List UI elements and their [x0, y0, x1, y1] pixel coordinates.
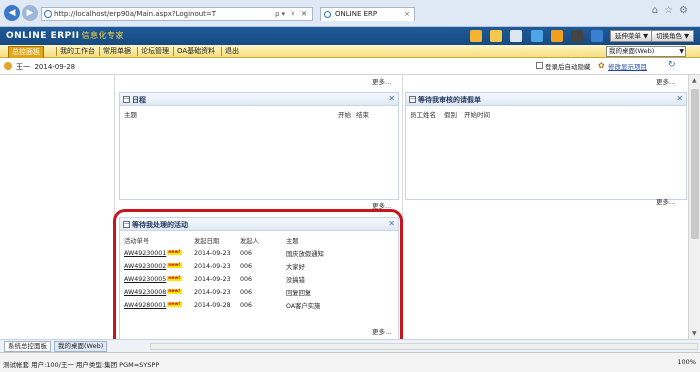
widget-header: — 日程 ✕ [120, 93, 398, 106]
desktop-select[interactable]: 我的桌面(Web) ▼ [606, 46, 686, 57]
address-url: http://localhost/erp90a/Main.aspx?Logino… [54, 10, 217, 18]
app-header: ONLINE ERPII 信息化专家 延伸菜单 ▼ 切换角色 ▼ [0, 27, 700, 45]
col-start-time: 开始时间 [464, 111, 490, 119]
vertical-scrollbar[interactable]: ▲ ▼ [688, 75, 700, 339]
widget-header: — 等待我审核的请假单 ✕ [406, 93, 686, 106]
more-link[interactable]: 更多... [372, 76, 391, 86]
refresh-icon[interactable] [470, 30, 482, 42]
scroll-up-icon[interactable]: ▲ [692, 77, 697, 84]
address-tools-icon[interactable]: ρ▾ ☓ ✕ [275, 8, 309, 20]
ie-icon [44, 10, 52, 18]
auto-hide-checkbox[interactable] [536, 62, 543, 69]
widget-title: 等待我审核的请假单 [418, 96, 481, 104]
menu-bar: 总控面板 我的工作台 常用单据 论坛管理 OA基础资料 退出 我的桌面(Web)… [0, 45, 700, 59]
col-start: 开始 [338, 111, 351, 119]
app-logo: ONLINE ERPII 信息化专家 [6, 30, 124, 41]
minimize-icon[interactable]: — [123, 96, 130, 103]
menu-common-docs[interactable]: 常用单据 [103, 46, 131, 57]
more-link[interactable]: 更多... [656, 76, 675, 86]
status-text: 测试帐套 用户:100/王一 用户类型:集团 PGM=SYSPP [3, 361, 160, 369]
bottom-tab-bar: 系统总控面板 我的桌面(Web) [0, 339, 700, 352]
switch-role-button[interactable]: 切换角色 ▼ [651, 30, 695, 42]
browser-toolbar-icons[interactable]: ⌂☆⚙ [652, 5, 694, 16]
close-icon[interactable]: ✕ [388, 94, 395, 103]
more-link[interactable]: 更多... [656, 196, 675, 206]
settings-icon[interactable] [550, 30, 563, 42]
minimize-icon[interactable]: — [409, 96, 416, 103]
header-icons [470, 30, 609, 44]
menu-divider [173, 47, 174, 56]
tab-control-panel[interactable]: 系统总控面板 [4, 341, 51, 352]
address-bar[interactable]: http://localhost/erp90a/Main.aspx?Logino… [41, 7, 313, 21]
help-icon[interactable] [591, 30, 604, 42]
menu-logout[interactable]: 退出 [225, 46, 239, 57]
status-bar: 测试帐套 用户:100/王一 用户类型:集团 PGM=SYSPP 100% [0, 352, 700, 372]
col-employee: 员工姓名 [410, 111, 436, 119]
col-topic: 主题 [124, 111, 137, 119]
widget-title: 日程 [132, 96, 146, 104]
menu-divider [137, 47, 138, 56]
highlight-annotation [113, 209, 403, 350]
user-avatar-icon [4, 62, 12, 70]
user-bar: 王一 2014-09-28 登录后自动隐藏 ✿ 修改显示项目 ↻ [0, 58, 700, 75]
user-name: 王一 [16, 63, 30, 71]
menu-divider [99, 47, 100, 56]
brand-name: ONLINE ERPII [6, 31, 80, 41]
mail-icon[interactable] [490, 30, 503, 42]
scrollbar-thumb[interactable] [691, 89, 699, 239]
extend-menu-button[interactable]: 延伸菜单 ▼ [610, 30, 654, 42]
current-date: 2014-09-28 [34, 63, 76, 71]
col-leave-type: 假别 [444, 111, 457, 119]
message-icon[interactable] [510, 30, 523, 42]
horizontal-scrollbar[interactable] [150, 343, 698, 350]
gear-icon: ✿ [598, 61, 605, 70]
menu-forum[interactable]: 论坛管理 [141, 46, 169, 57]
schedule-widget: — 日程 ✕ 主题 开始 结束 [119, 92, 399, 200]
scroll-down-icon[interactable]: ▼ [692, 330, 697, 337]
forward-button[interactable]: ▶ [22, 5, 38, 21]
menu-divider [221, 47, 222, 56]
menu-my-workbench[interactable]: 我的工作台 [60, 46, 95, 57]
tab-my-desktop[interactable]: 我的桌面(Web) [54, 341, 108, 352]
col-end: 结束 [356, 111, 369, 119]
browser-chrome: ◀ ▶ http://localhost/erp90a/Main.aspx?Lo… [0, 0, 700, 27]
leave-approval-widget: — 等待我审核的请假单 ✕ 员工姓名 假别 开始时间 [405, 92, 687, 200]
refresh-icon[interactable]: ↻ [668, 60, 676, 70]
chevron-down-icon: ▼ [679, 48, 684, 55]
brand-sub: 信息化专家 [81, 31, 124, 40]
tab-close-icon[interactable]: × [404, 8, 410, 21]
auto-hide-label: 登录后自动隐藏 [545, 63, 591, 71]
phone-icon[interactable] [571, 30, 584, 42]
back-button[interactable]: ◀ [4, 5, 20, 21]
desktop-select-value: 我的桌面(Web) [609, 47, 655, 55]
modify-display-link[interactable]: 修改显示项目 [608, 61, 647, 71]
zoom-level[interactable]: 100% [677, 358, 696, 366]
tab-title: ONLINE ERP [335, 10, 378, 18]
tab-ie-icon [324, 11, 331, 18]
browser-tab[interactable]: ONLINE ERP × [320, 7, 415, 21]
close-icon[interactable]: ✕ [676, 94, 683, 103]
menu-divider [56, 47, 57, 56]
user-info: 王一 2014-09-28 [16, 62, 75, 72]
menu-oa-basic[interactable]: OA基础资料 [177, 46, 215, 57]
user-icon[interactable] [530, 30, 543, 42]
